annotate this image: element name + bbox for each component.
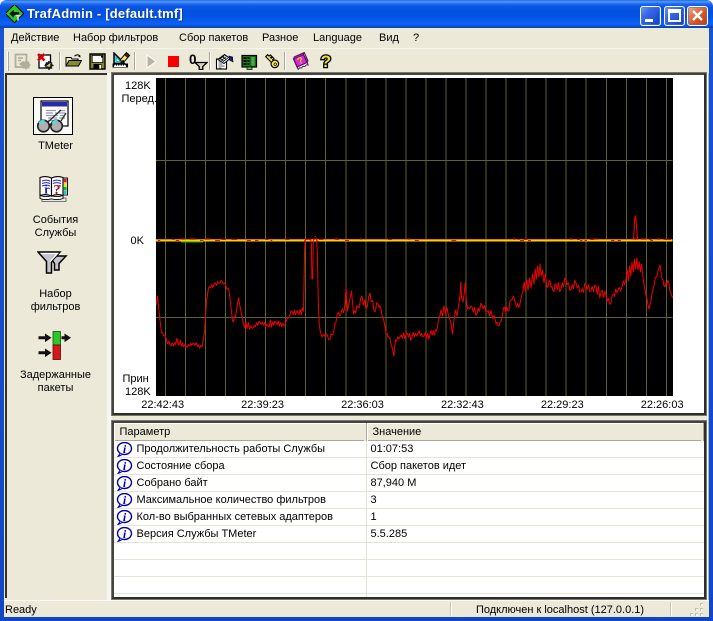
svg-text:?: ? — [54, 183, 61, 198]
svg-text:i: i — [44, 182, 48, 197]
svg-text:?: ? — [321, 52, 331, 71]
svg-text:0: 0 — [189, 52, 197, 67]
